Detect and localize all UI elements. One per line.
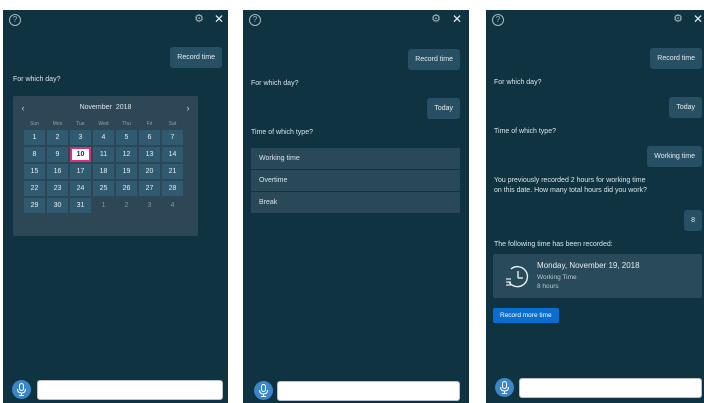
chat-panel-result: ? ⚙ ✕ Record time For which day? Today T…: [486, 10, 704, 403]
calendar-weekday: Wed: [98, 121, 109, 127]
calendar-day[interactable]: 12: [116, 147, 137, 162]
option-working-time[interactable]: Working time: [251, 148, 460, 169]
close-icon[interactable]: ✕: [213, 13, 225, 25]
calendar-day[interactable]: 25: [93, 181, 114, 196]
chevron-left-icon[interactable]: ‹: [17, 102, 29, 114]
chevron-right-icon[interactable]: ›: [182, 102, 194, 114]
chat-panel-calendar: ? ⚙ ✕ Record time For which day? ‹ Novem…: [3, 10, 228, 403]
calendar-day[interactable]: 27: [139, 181, 160, 196]
calendar-weekday: Sat: [168, 121, 177, 127]
calendar-day[interactable]: 2: [47, 130, 68, 145]
user-message: Today: [669, 97, 702, 118]
user-message: Record time: [170, 47, 222, 68]
user-message: Working time: [647, 146, 702, 167]
calendar-day[interactable]: 9: [47, 147, 68, 162]
calendar-day[interactable]: 13: [139, 147, 160, 162]
calendar-day[interactable]: 4: [162, 198, 183, 213]
calendar-day[interactable]: 2: [116, 198, 137, 213]
calendar-year[interactable]: 2018: [116, 104, 132, 111]
user-message: 8: [684, 210, 702, 231]
calendar-day[interactable]: 3: [139, 198, 160, 213]
message-input[interactable]: [37, 380, 223, 400]
calendar-day[interactable]: 20: [139, 164, 160, 179]
calendar-day[interactable]: 8: [24, 147, 45, 162]
user-message: Record time: [408, 49, 460, 70]
calendar-day[interactable]: 22: [24, 181, 45, 196]
calendar-day[interactable]: 31: [70, 198, 91, 213]
microphone-button[interactable]: [495, 378, 514, 397]
user-message: Today: [427, 98, 460, 119]
calendar-day[interactable]: 11: [93, 147, 114, 162]
recorded-type: Working Time: [537, 274, 577, 281]
time-type-options: Working time Overtime Break: [251, 148, 460, 214]
message-input[interactable]: [519, 378, 702, 398]
top-bar: ? ⚙ ✕: [3, 10, 228, 32]
top-bar: ? ⚙ ✕: [486, 10, 704, 32]
calendar-day[interactable]: 18: [93, 164, 114, 179]
gear-icon[interactable]: ⚙: [672, 13, 684, 25]
microphone-button[interactable]: [12, 380, 31, 399]
record-more-time-button[interactable]: Record more time: [493, 308, 559, 323]
bot-message-line: on this date. How many total hours did y…: [494, 187, 647, 194]
option-overtime[interactable]: Overtime: [251, 170, 460, 191]
bot-message: Time of which type?: [251, 129, 313, 136]
calendar-month[interactable]: November: [80, 102, 112, 114]
close-icon[interactable]: ✕: [451, 13, 463, 25]
clock-icon: [506, 265, 529, 288]
calendar-day[interactable]: 14: [162, 147, 183, 162]
calendar-day[interactable]: 17: [70, 164, 91, 179]
calendar-day[interactable]: 1: [93, 198, 114, 213]
help-icon[interactable]: ?: [9, 14, 21, 26]
close-icon[interactable]: ✕: [692, 13, 704, 25]
help-icon[interactable]: ?: [249, 14, 261, 26]
chat-panel-type: ? ⚙ ✕ Record time For which day? Today T…: [243, 10, 469, 403]
user-message: Record time: [650, 48, 702, 69]
calendar-grid: Sun Mon Tue Wed Thu Fri Sat 1 2 3 4 5 6 7 8 9 10 11 12 13 14…: [24, 120, 188, 213]
message-input[interactable]: [277, 381, 460, 401]
microphone-icon: [500, 381, 509, 394]
recorded-hours: 8 hours: [537, 283, 559, 290]
bot-message: For which day?: [494, 79, 542, 86]
gear-icon[interactable]: ⚙: [430, 13, 442, 25]
bot-message: You previously recorded 2 hours for work…: [494, 176, 647, 196]
calendar-day[interactable]: 16: [47, 164, 68, 179]
top-bar: ? ⚙ ✕: [243, 10, 469, 32]
calendar-day[interactable]: 3: [70, 130, 91, 145]
bot-message: Time of which type?: [494, 128, 556, 135]
bot-message: For which day?: [13, 76, 61, 83]
calendar-day[interactable]: 23: [47, 181, 68, 196]
calendar-day[interactable]: 1: [24, 130, 45, 145]
microphone-button[interactable]: [254, 381, 273, 400]
calendar-weekday: Tue: [76, 121, 85, 127]
calendar-day[interactable]: 19: [116, 164, 137, 179]
calendar-day[interactable]: 21: [162, 164, 183, 179]
recorded-date: Monday, November 19, 2018: [537, 261, 640, 270]
calendar-day-selected[interactable]: 10: [70, 147, 91, 162]
calendar-weekday: Mon: [52, 121, 63, 127]
calendar-day[interactable]: 28: [162, 181, 183, 196]
gear-icon[interactable]: ⚙: [193, 13, 205, 25]
bot-message: For which day?: [251, 80, 299, 87]
bot-message-line: You previously recorded 2 hours for work…: [494, 177, 646, 184]
calendar-day[interactable]: 7: [162, 130, 183, 145]
option-break[interactable]: Break: [251, 192, 460, 213]
calendar-day[interactable]: 4: [93, 130, 114, 145]
calendar-weekday: Sun: [30, 121, 39, 127]
date-picker: ‹ November 2018 › Sun Mon Tue Wed Thu Fri Sat 1 2…: [13, 96, 198, 236]
calendar-day[interactable]: 6: [139, 130, 160, 145]
calendar-header: ‹ November 2018 ›: [13, 102, 198, 114]
microphone-icon: [259, 384, 268, 397]
calendar-day[interactable]: 5: [116, 130, 137, 145]
help-icon[interactable]: ?: [492, 14, 504, 26]
calendar-day[interactable]: 30: [47, 198, 68, 213]
calendar-day[interactable]: 26: [116, 181, 137, 196]
calendar-day[interactable]: 29: [24, 198, 45, 213]
recorded-time-card: Monday, November 19, 2018 Working Time 8…: [493, 254, 702, 298]
bot-message: The following time has been recorded:: [494, 241, 613, 248]
microphone-icon: [17, 383, 26, 396]
calendar-day[interactable]: 24: [70, 181, 91, 196]
calendar-weekday: Fri: [146, 121, 153, 127]
calendar-weekday: Thu: [122, 121, 131, 127]
calendar-day[interactable]: 15: [24, 164, 45, 179]
